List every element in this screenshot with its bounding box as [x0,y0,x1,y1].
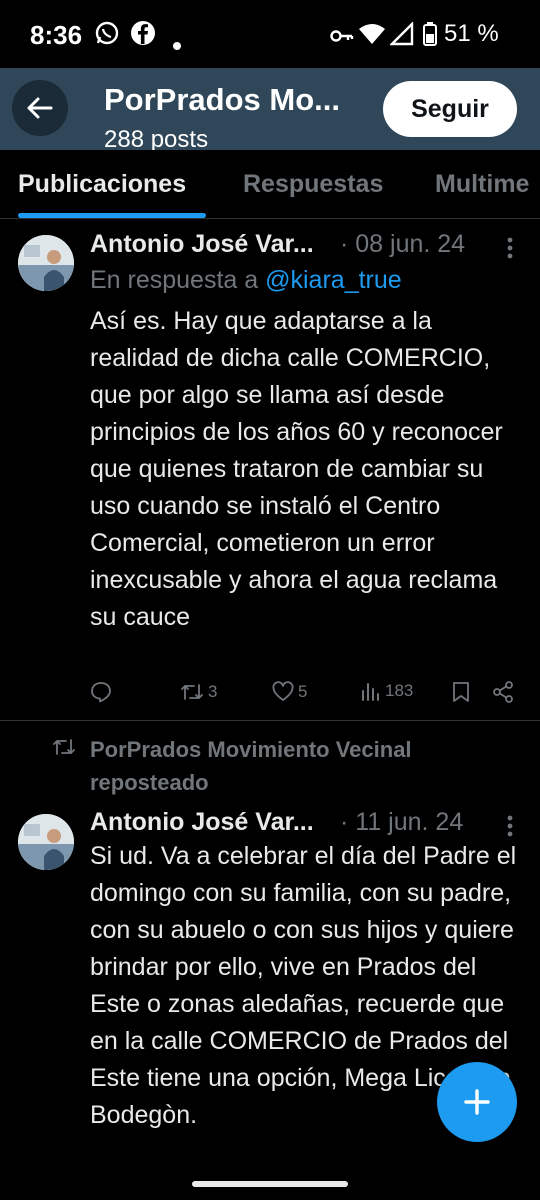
avatar[interactable] [18,814,74,870]
avatar[interactable] [18,235,74,291]
posts-count: 288 posts [104,126,209,150]
wifi-icon [358,22,386,53]
post-author[interactable]: Antonio José Var... [90,230,314,259]
key-icon [330,24,354,52]
tab-multimedia[interactable]: Multime [435,170,529,199]
tab-publicaciones[interactable]: Publicaciones [18,170,186,199]
views-icon [362,683,379,701]
repost-icon [181,684,203,700]
profile-title: PorPrados Mo... [104,82,340,117]
whatsapp-icon [94,20,120,53]
status-bar: 8:36 51 % [0,0,540,68]
share-button[interactable] [492,681,514,703]
repost-button[interactable]: 3 [180,681,217,703]
battery-icon [423,22,437,53]
status-time: 8:36 [30,20,83,50]
profile-tabs: Publicaciones Respuestas Multime [0,150,540,219]
bookmark-button[interactable] [452,681,470,703]
like-button[interactable]: 5 [272,681,307,703]
follow-button[interactable]: Seguir [383,81,517,137]
repost-icon [52,736,76,763]
share-icon [493,681,513,703]
notification-dot-icon [172,30,182,58]
reply-to-handle[interactable]: @kiara_true [265,266,402,294]
back-button[interactable] [12,80,68,136]
gesture-nav-bar[interactable] [192,1181,348,1187]
views-count: 183 [385,681,414,700]
profile-header: PorPrados Mo... 288 posts Seguir [0,68,540,150]
compose-button[interactable] [437,1062,517,1142]
battery-percent: 51 % [444,20,499,47]
views-button[interactable]: 183 [361,681,413,701]
signal-icon [389,21,414,53]
post-item[interactable]: Antonio José Var... · 08 jun. 24 En resp… [0,219,540,719]
reply-icon [91,682,111,703]
plus-icon [464,1089,490,1115]
post-date: · 08 jun. 24 [340,230,466,258]
reply-to-prefix: En respuesta a [90,266,266,294]
active-tab-indicator [18,213,206,218]
reply-to-line: En respuesta a @kiara_true [90,266,402,295]
heart-icon [272,681,294,701]
post-actions: 3 5 183 [90,681,520,711]
more-options-icon[interactable] [498,235,522,265]
bookmark-icon [453,682,469,702]
arrow-left-icon [27,97,53,119]
reply-button[interactable] [90,681,112,703]
like-count: 5 [298,682,308,701]
repost-count: 3 [208,682,218,701]
post-text: Así es. Hay que adaptarse a la realidad … [90,307,503,631]
post-date: · 11 jun. 24 [340,808,464,836]
tab-respuestas[interactable]: Respuestas [243,170,383,199]
post-author[interactable]: Antonio José Var... [90,808,314,837]
repost-label[interactable]: PorPrados Movimiento Vecinal reposteado [90,733,510,799]
facebook-icon [130,20,156,53]
